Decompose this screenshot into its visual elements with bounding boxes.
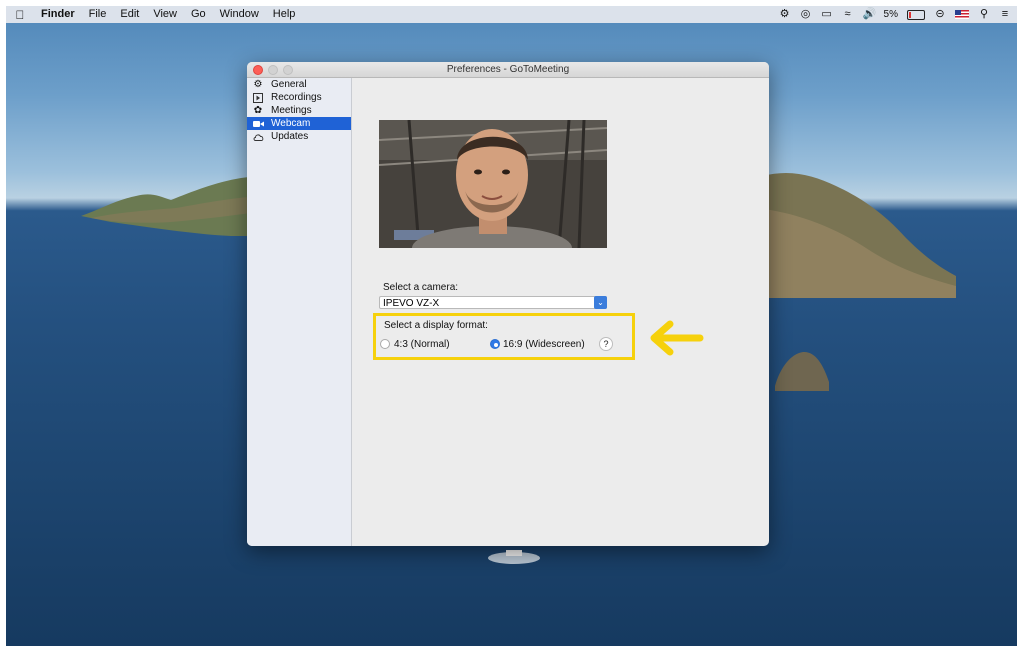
gear-icon[interactable]: ⚙ — [779, 9, 791, 20]
sidebar-item-label: Meetings — [271, 105, 312, 116]
webcam-icon — [252, 118, 264, 130]
desktop:  Finder File Edit View Go Window Help ⚙… — [6, 6, 1017, 646]
highlight-box — [373, 313, 635, 360]
sidebar-item-general[interactable]: ⚙ General — [247, 78, 351, 91]
play-icon — [252, 92, 264, 104]
sidebar-item-label: Webcam — [271, 118, 311, 129]
menu-view[interactable]: View — [146, 6, 184, 23]
camera-select[interactable]: IPEVO VZ-X ⌄ — [379, 296, 607, 309]
battery-icon[interactable] — [907, 9, 925, 20]
chevron-down-icon[interactable]: ⌄ — [594, 296, 607, 309]
camera-label: Select a camera: — [383, 282, 459, 293]
apple-icon[interactable]:  — [6, 8, 34, 22]
menu-window[interactable]: Window — [213, 6, 266, 23]
window-title: Preferences - GoToMeeting — [446, 64, 570, 75]
preferences-window: Preferences - GoToMeeting ⚙ General Reco… — [247, 62, 769, 546]
cloud-icon — [252, 131, 264, 143]
sidebar-item-meetings[interactable]: ✿ Meetings — [247, 104, 351, 117]
webcam-preview — [379, 120, 607, 248]
camera-select-value: IPEVO VZ-X — [383, 298, 440, 309]
wifi-icon[interactable]: ≈ — [842, 9, 854, 20]
arrow-left-icon — [650, 320, 704, 356]
meetings-icon: ✿ — [253, 105, 263, 116]
control-center-icon[interactable]: ≡ — [999, 9, 1011, 20]
island-right — [756, 172, 956, 298]
volume-icon[interactable]: 🔊 — [863, 9, 877, 20]
airplay-icon[interactable]: ▭ — [821, 9, 833, 20]
menu-finder[interactable]: Finder — [34, 6, 82, 23]
title-bar[interactable]: Preferences - GoToMeeting — [247, 62, 769, 78]
webcam-panel: Select a camera: IPEVO VZ-X ⌄ Select a d… — [352, 78, 769, 546]
menu-help[interactable]: Help — [266, 6, 303, 23]
menu-bar:  Finder File Edit View Go Window Help ⚙… — [6, 6, 1017, 23]
sidebar-item-label: Updates — [271, 131, 309, 142]
sidebar-item-recordings[interactable]: Recordings — [247, 91, 351, 104]
boat — [488, 550, 540, 564]
gear-icon: ⚙ — [253, 79, 263, 90]
search-icon[interactable]: ⚲ — [978, 9, 990, 20]
menu-edit[interactable]: Edit — [113, 6, 146, 23]
battery-percent: 5% — [883, 9, 898, 20]
sidebar-item-updates[interactable]: Updates — [247, 130, 351, 143]
sidebar-item-label: Recordings — [271, 92, 322, 103]
us-flag-icon[interactable] — [955, 10, 969, 19]
rock-islet — [775, 351, 829, 391]
preferences-sidebar: ⚙ General Recordings ✿ Meetings Webcam U… — [247, 78, 352, 546]
menu-go[interactable]: Go — [184, 6, 213, 23]
creative-cloud-icon[interactable]: ◎ — [800, 9, 812, 20]
do-not-disturb-icon[interactable]: ⊝ — [934, 9, 946, 20]
menu-file[interactable]: File — [82, 6, 114, 23]
sidebar-item-label: General — [271, 79, 307, 90]
sidebar-item-webcam[interactable]: Webcam — [247, 117, 351, 130]
